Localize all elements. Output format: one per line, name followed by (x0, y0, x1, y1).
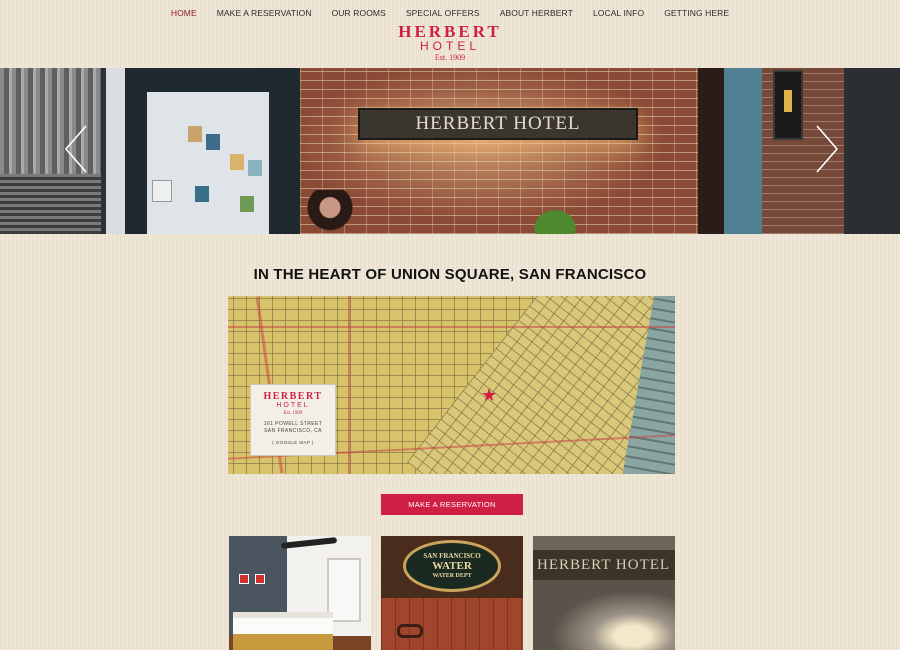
map-road (228, 326, 675, 328)
thumb-about-herbert[interactable]: HERBERT HOTEL (533, 536, 675, 650)
hero-lantern (773, 70, 803, 140)
thumb-lamp-glow (533, 580, 675, 650)
wall-art (239, 574, 249, 584)
hero-postcard (240, 196, 254, 212)
hero-window (844, 68, 900, 234)
nav-home[interactable]: HOME (161, 8, 207, 18)
chevron-left-icon (64, 125, 87, 173)
google-map-link[interactable]: ( GOOGLE MAP ) (251, 440, 335, 446)
hero-sign-text: HERBERT HOTEL (415, 113, 581, 134)
hero-slider: HERBERT HOTEL (0, 68, 900, 234)
nav-special-offers[interactable]: SPECIAL OFFERS (396, 8, 490, 18)
wall-art (255, 574, 265, 584)
hero-postcard (230, 154, 244, 170)
location-map[interactable]: ★ HERBERT HOTEL Est. 1909 161 POWELL STR… (228, 296, 675, 474)
water-sign: SAN FRANCISCO WATER WATER DEPT (403, 540, 501, 592)
map-hotel-card: HERBERT HOTEL Est. 1909 161 POWELL STREE… (250, 384, 336, 456)
nav-about-herbert[interactable]: ABOUT HERBERT (490, 8, 583, 18)
room-bed-base (233, 634, 333, 650)
hotel-location-marker: ★ (481, 385, 498, 405)
map-road (348, 296, 350, 474)
nav-make-a-reservation[interactable]: MAKE A RESERVATION (207, 8, 322, 18)
suitcase-handle (397, 624, 423, 638)
thumb-rooms[interactable] (229, 536, 371, 650)
hero-postcard (188, 126, 202, 142)
map-card-hotel: HOTEL (276, 402, 310, 409)
hero-thermostat (152, 180, 172, 202)
page-heading: IN THE HEART OF UNION SQUARE, SAN FRANCI… (253, 266, 647, 283)
water-sign-line3: WATER DEPT (432, 573, 472, 579)
map-card-address-line1: 161 POWELL STREET (263, 421, 323, 427)
hero-hotel-sign: HERBERT HOTEL (358, 108, 638, 140)
hotel-logo[interactable]: HERBERT HOTEL Est. 1909 (0, 23, 900, 63)
hero-postcard (248, 160, 262, 176)
logo-hotel: HOTEL (419, 39, 480, 53)
hero-plant (530, 206, 580, 234)
map-card-est: Est. 1909 (283, 411, 303, 416)
hero-brick-wall (300, 68, 700, 234)
thumb-special-offers[interactable]: SAN FRANCISCO WATER WATER DEPT (381, 536, 523, 650)
thumb-sign-text: HERBERT HOTEL (537, 556, 671, 573)
make-reservation-button[interactable]: MAKE A RESERVATION (381, 494, 523, 515)
map-card-name: HERBERT (263, 391, 323, 402)
chevron-right-icon (816, 125, 839, 173)
hero-postcard (195, 186, 209, 202)
map-card-address-line2: SAN FRANCISCO, CA (264, 428, 322, 434)
thumb-sign-band: HERBERT HOTEL (533, 550, 675, 580)
hero-postcard (206, 134, 220, 150)
water-sign-line2: WATER (432, 560, 472, 572)
hero-teal-column (724, 68, 764, 234)
nav-our-rooms[interactable]: OUR ROOMS (322, 8, 396, 18)
hero-framed-photo (0, 68, 106, 234)
slider-prev-button[interactable] (64, 124, 88, 174)
hero-doorframe (698, 68, 724, 234)
main-nav: HOME MAKE A RESERVATION OUR ROOMS SPECIA… (0, 8, 900, 18)
logo-name: HERBERT (398, 22, 502, 41)
slider-next-button[interactable] (815, 124, 839, 174)
ceiling-fan (280, 537, 338, 549)
nav-local-info[interactable]: LOCAL INFO (583, 8, 654, 18)
logo-established: Est. 1909 (434, 53, 466, 62)
nav-getting-here[interactable]: GETTING HERE (654, 8, 739, 18)
hero-receptionist (304, 190, 356, 234)
